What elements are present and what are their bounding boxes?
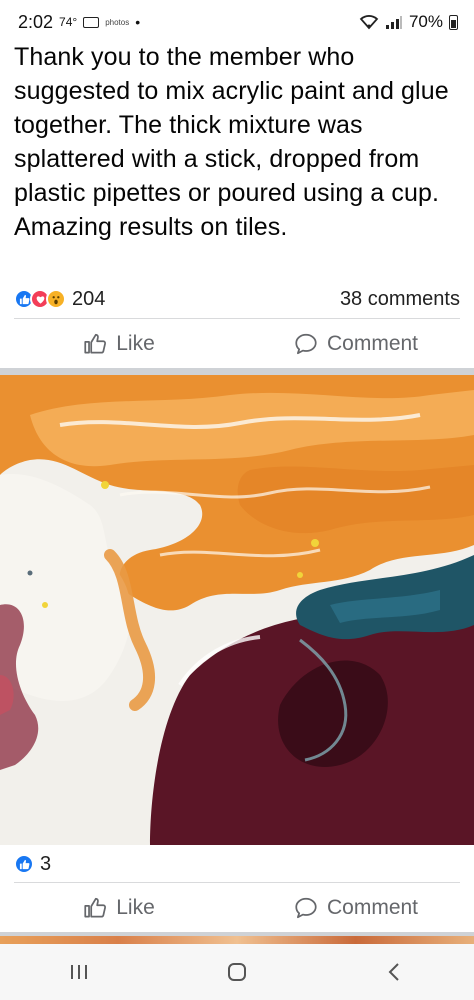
like-icon bbox=[14, 854, 34, 874]
divider bbox=[14, 318, 460, 319]
acrylic-pour-painting bbox=[0, 375, 474, 845]
back-button[interactable] bbox=[365, 952, 425, 992]
divider bbox=[14, 882, 460, 883]
thumbs-up-icon bbox=[84, 333, 107, 354]
status-left: 2:02 74° photos • bbox=[18, 12, 140, 33]
comment-label: Comment bbox=[326, 332, 419, 355]
wifi-icon bbox=[359, 15, 379, 30]
like-button[interactable]: Like bbox=[0, 331, 237, 357]
signal-icon bbox=[385, 16, 402, 29]
gallery-notification-icon bbox=[83, 16, 100, 28]
reaction-summary[interactable]: 204 bbox=[14, 288, 105, 311]
comment-icon bbox=[295, 897, 317, 919]
photos-notification-label: photos bbox=[105, 17, 130, 27]
recent-apps-button[interactable] bbox=[49, 952, 109, 992]
comments-count-link[interactable]: 38 comments bbox=[340, 288, 460, 311]
reactions-row: 204 38 comments bbox=[14, 286, 460, 312]
photo-like-button[interactable]: Like bbox=[0, 895, 237, 921]
comment-icon bbox=[295, 333, 317, 355]
system-nav-bar bbox=[0, 944, 474, 1000]
photo-reaction-count: 3 bbox=[40, 852, 52, 875]
section-separator bbox=[0, 368, 474, 375]
status-dot: • bbox=[135, 14, 141, 30]
post-action-row: Like Comment bbox=[0, 322, 474, 366]
photo-action-row: Like Comment bbox=[0, 886, 474, 930]
home-button[interactable] bbox=[207, 952, 267, 992]
like-label: Like bbox=[116, 332, 155, 355]
photo-like-label: Like bbox=[116, 896, 155, 919]
photo-reaction-summary[interactable]: 3 bbox=[14, 852, 51, 876]
battery-percent: 70% bbox=[408, 12, 443, 31]
home-icon bbox=[228, 963, 246, 981]
thumbs-up-icon bbox=[84, 897, 107, 918]
status-time: 2:02 bbox=[18, 11, 54, 32]
reaction-count: 204 bbox=[72, 287, 106, 310]
status-temperature: 74° bbox=[59, 15, 78, 29]
status-right: 70% bbox=[359, 12, 458, 32]
battery-icon bbox=[449, 14, 458, 30]
comment-button[interactable]: Comment bbox=[237, 331, 474, 357]
post-text: Thank you to the member who suggested to… bbox=[14, 43, 449, 241]
wow-icon bbox=[46, 289, 66, 309]
next-photo-preview[interactable] bbox=[0, 936, 474, 944]
post-photo[interactable] bbox=[0, 375, 474, 845]
photo-comment-label: Comment bbox=[326, 896, 419, 919]
back-icon bbox=[388, 963, 399, 981]
status-bar: 2:02 74° photos • 70% bbox=[0, 0, 474, 44]
photo-comment-button[interactable]: Comment bbox=[237, 895, 474, 921]
recent-apps-icon bbox=[71, 965, 87, 979]
